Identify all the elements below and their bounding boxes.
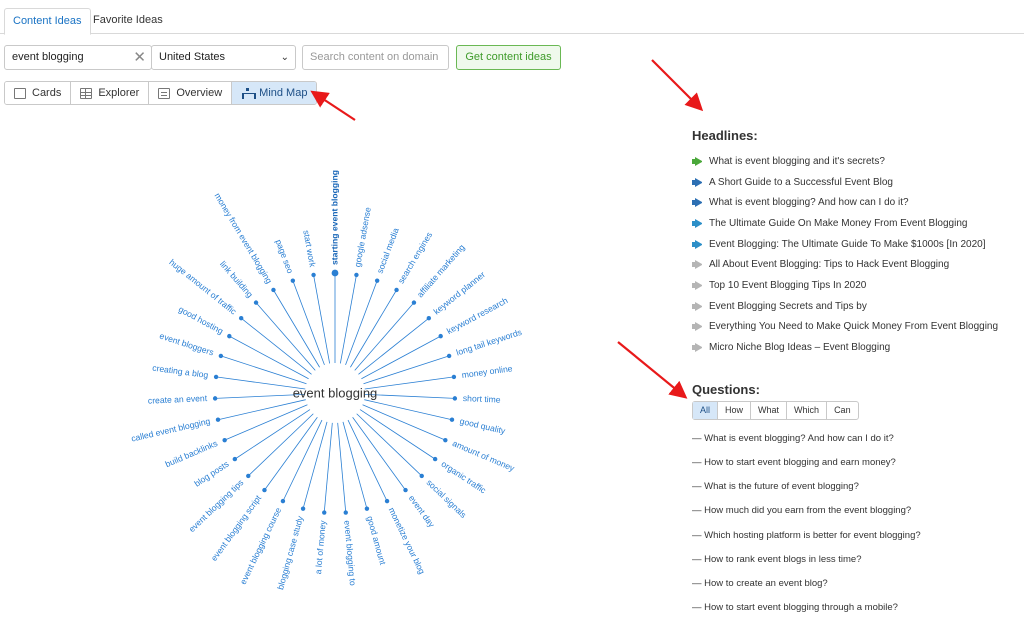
arrow-to-mind-map bbox=[310, 90, 356, 121]
annotation-arrows bbox=[310, 59, 704, 399]
arrow-to-headlines bbox=[651, 59, 704, 112]
arrow-to-questions bbox=[617, 341, 688, 399]
